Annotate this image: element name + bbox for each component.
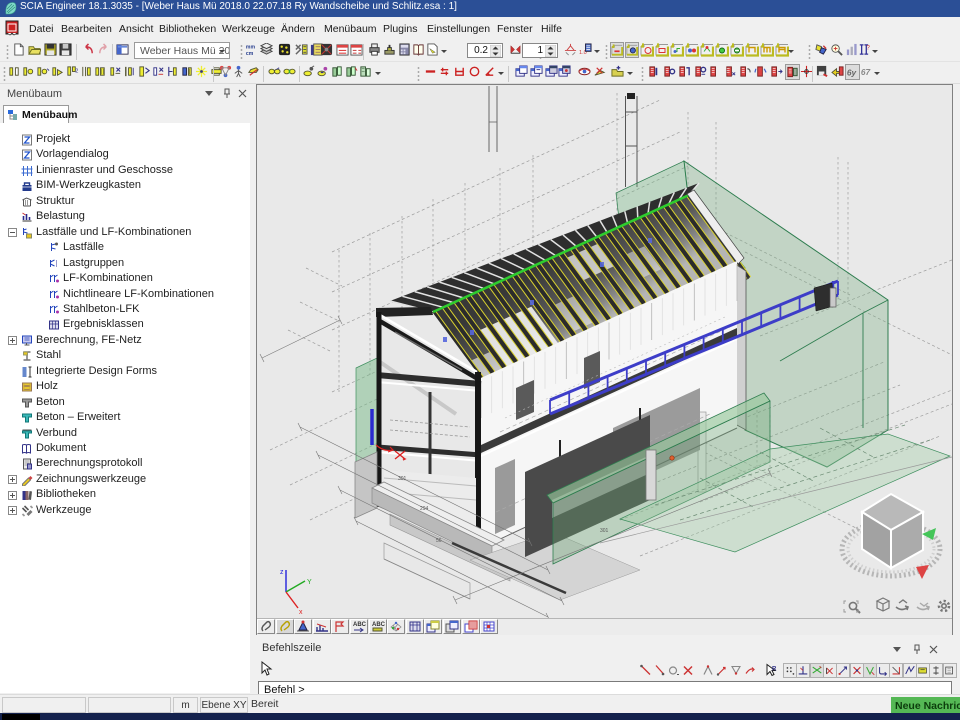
svg-text:x: x — [299, 609, 303, 616]
svg-text:ABC: ABC — [372, 622, 386, 628]
svg-text:301: 301 — [398, 476, 407, 482]
svg-text:6y: 6y — [847, 68, 857, 78]
svg-text:2: 2 — [75, 68, 78, 74]
svg-text:?: ? — [866, 45, 870, 52]
svg-text:56: 56 — [436, 538, 442, 544]
svg-text:mm: mm — [246, 45, 256, 51]
svg-text:ABC: ABC — [353, 622, 367, 628]
svg-text:cm: cm — [246, 51, 254, 56]
svg-text:z: z — [280, 569, 284, 576]
svg-text:Y: Y — [307, 579, 312, 586]
svg-text:301: 301 — [600, 528, 609, 534]
svg-text:R: R — [772, 667, 777, 673]
svg-text:67: 67 — [861, 67, 871, 77]
svg-text:294: 294 — [420, 506, 429, 512]
